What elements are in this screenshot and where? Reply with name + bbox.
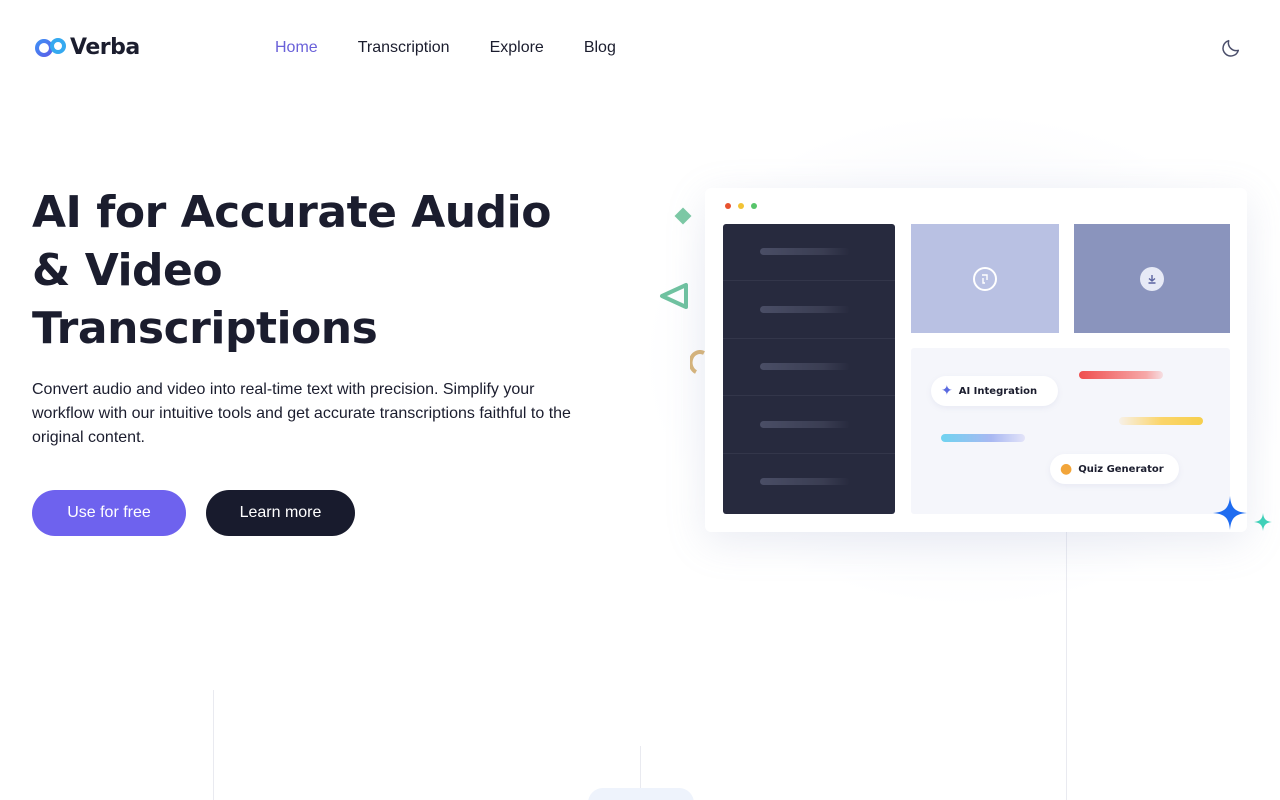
ai-integration-chip: ✦ AI Integration (931, 376, 1058, 406)
main-nav: Home Transcription Explore Blog (275, 38, 616, 58)
chip-label: AI Integration (958, 385, 1038, 397)
window-dot-green (751, 203, 757, 209)
diamond-shape-icon (674, 207, 692, 225)
hero-title-line: AI for Accurate Audio (32, 187, 551, 238)
window-controls (725, 203, 757, 209)
mockup-sidebar-row (723, 224, 895, 281)
mockup-sidebar-row (723, 282, 895, 339)
use-for-free-button[interactable]: Use for free (32, 490, 186, 536)
divider-line (213, 690, 214, 800)
nav-item-explore[interactable]: Explore (490, 38, 544, 58)
quiz-icon: ● (1060, 461, 1073, 477)
section-pill (588, 788, 694, 800)
hero-title: AI for Accurate Audio & Video Transcript… (32, 184, 592, 358)
nav-item-transcription[interactable]: Transcription (358, 38, 450, 58)
window-dot-red (725, 203, 731, 209)
sparkle-star-small-icon (1254, 513, 1272, 531)
gradient-bar (941, 434, 1025, 442)
gradient-bar (1119, 417, 1203, 425)
brand-logo[interactable]: Verba (34, 34, 140, 60)
refresh-icon (973, 266, 997, 291)
moon-icon[interactable] (1220, 37, 1242, 59)
site-header: Verba Home Transcription Explore Blog (0, 0, 1280, 96)
nav-item-home[interactable]: Home (275, 38, 318, 58)
mockup-canvas: ✦ AI Integration ● Quiz Generator (911, 348, 1230, 514)
hero-title-highlight: Transcriptions (32, 300, 378, 358)
mockup-sidebar-row (723, 339, 895, 396)
sparkle-icon: ✦ (941, 383, 953, 399)
nav-item-blog[interactable]: Blog (584, 38, 616, 58)
triangle-shape-icon (660, 283, 688, 309)
hero-description: Convert audio and video into real-time t… (32, 381, 571, 446)
quiz-generator-chip: ● Quiz Generator (1050, 454, 1179, 484)
app-mockup: ✦ AI Integration ● Quiz Generator (705, 188, 1247, 532)
mockup-sidebar-row (723, 454, 895, 511)
sparkle-star-icon (1213, 496, 1247, 530)
gradient-bar (1079, 371, 1163, 379)
learn-more-button[interactable]: Learn more (206, 490, 355, 536)
infinity-logo-icon (35, 38, 66, 57)
mockup-sidebar (723, 224, 895, 514)
mockup-sidebar-row (723, 397, 895, 454)
download-icon (1140, 266, 1164, 291)
mockup-media-tile (911, 224, 1059, 333)
brand-name: Verba (70, 34, 140, 60)
chip-label: Quiz Generator (1078, 463, 1164, 475)
mockup-media-tile (1074, 224, 1230, 333)
hero-title-line: & Video (32, 245, 223, 296)
window-dot-yellow (738, 203, 744, 209)
